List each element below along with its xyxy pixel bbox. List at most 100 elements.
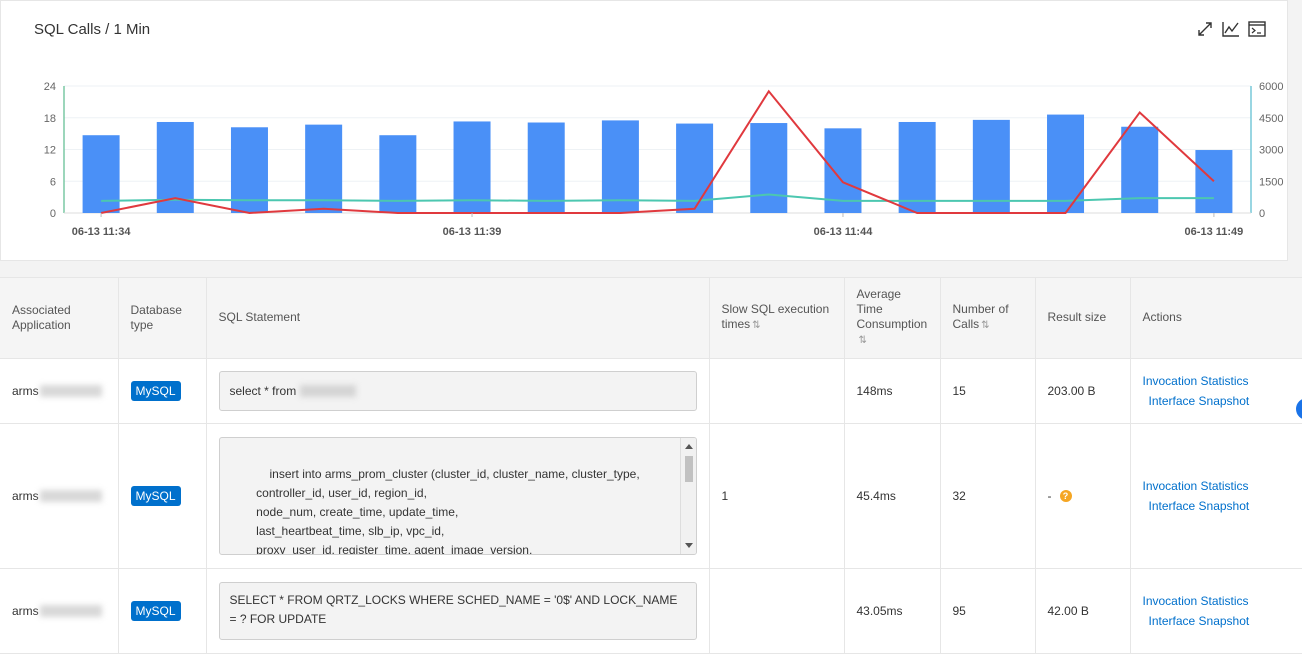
header-actions: Actions xyxy=(1130,278,1302,359)
result-cell: 203.00 B xyxy=(1035,358,1131,424)
table-row: arms MySQL select * from 148ms 15 203.00… xyxy=(0,358,1302,424)
sql-cell: SELECT * FROM QRTZ_LOCKS WHERE SCHED_NAM… xyxy=(206,568,710,654)
sort-icon[interactable]: ⇅ xyxy=(752,318,761,333)
sql-text: insert into arms_prom_cluster (cluster_i… xyxy=(256,466,640,555)
header-database-type: Database type xyxy=(118,278,207,359)
header-average-time[interactable]: Average Time Consumption ⇅ xyxy=(844,278,941,359)
bar xyxy=(1121,126,1159,213)
app-cell: arms xyxy=(0,423,119,569)
header-associated-application: Associated Application xyxy=(0,278,119,359)
interface-snapshot-link[interactable]: Interface Snapshot xyxy=(1143,391,1290,411)
header-slow-sql[interactable]: Slow SQL execution times ⇅ xyxy=(709,278,845,359)
actions-cell: Invocation Statistics Interface Snapshot xyxy=(1130,423,1302,569)
result-cell: -? xyxy=(1035,423,1131,569)
app-name: arms xyxy=(12,488,39,503)
invocation-statistics-link[interactable]: Invocation Statistics xyxy=(1143,371,1290,391)
app-name: arms xyxy=(12,383,39,398)
redacted-text xyxy=(39,490,102,503)
sql-calls-chart: 24 18 12 6 0 6000 4500 3000 1500 0 06-13 11:34 06-1… xyxy=(44,81,1284,238)
bar xyxy=(453,121,491,213)
sql-statement-box[interactable]: insert into arms_prom_cluster (cluster_i… xyxy=(218,436,697,555)
y-left-tick-label: 0 xyxy=(50,208,56,220)
calls-cell: 15 xyxy=(940,358,1036,424)
y-right-tick-label: 6000 xyxy=(1259,81,1283,93)
x-tick-label: 06-13 11:39 xyxy=(443,226,502,238)
interface-snapshot-link[interactable]: Interface Snapshot xyxy=(1143,611,1290,631)
scrollbar[interactable] xyxy=(679,437,696,554)
sort-icon[interactable]: ⇅ xyxy=(859,333,868,348)
actions-cell: Invocation Statistics Interface Snapshot xyxy=(1130,568,1302,654)
chart-title: SQL Calls / 1 Min xyxy=(34,21,151,38)
slow-cell: 1 xyxy=(709,423,845,569)
bar xyxy=(898,121,936,213)
redacted-text xyxy=(39,385,102,398)
bar xyxy=(1047,114,1085,213)
bar xyxy=(1195,150,1233,213)
avg-cell: 45.4ms xyxy=(844,423,941,569)
db-type-badge: MySQL xyxy=(130,485,181,506)
invocation-statistics-link[interactable]: Invocation Statistics xyxy=(1143,591,1290,611)
app-cell: arms xyxy=(0,568,119,654)
sql-text: select * from xyxy=(229,383,297,398)
result-cell: 42.00 B xyxy=(1035,568,1131,654)
slow-cell xyxy=(709,568,845,654)
invocation-statistics-link[interactable]: Invocation Statistics xyxy=(1143,476,1290,496)
slow-cell xyxy=(709,358,845,424)
interface-snapshot-link[interactable]: Interface Snapshot xyxy=(1143,496,1290,516)
header-average-time-label: Average Time Consumption xyxy=(856,287,928,332)
redacted-text xyxy=(39,605,102,618)
y-left-tick-label: 12 xyxy=(44,145,56,157)
sql-calls-chart-card: SQL Calls / 1 Min 24 18 12 6 0 6000 4500 3000 15… xyxy=(0,0,1288,261)
bar xyxy=(527,122,565,213)
sql-table: Associated Application Database type SQL… xyxy=(0,278,1302,654)
table-header-row: Associated Application Database type SQL… xyxy=(0,278,1302,359)
avg-cell: 148ms xyxy=(844,358,941,424)
db-type-badge: MySQL xyxy=(130,380,181,401)
bar xyxy=(601,120,639,213)
header-result-size: Result size xyxy=(1035,278,1131,359)
app-name: arms xyxy=(12,603,39,618)
series-line-red xyxy=(100,89,1215,215)
db-cell: MySQL xyxy=(118,568,207,654)
bar xyxy=(750,123,788,213)
series-line-green xyxy=(101,193,1214,202)
header-slow-sql-label: Slow SQL execution times xyxy=(721,302,830,332)
scroll-down-icon[interactable] xyxy=(684,542,693,548)
sql-statement-box[interactable]: SELECT * FROM QRTZ_LOCKS WHERE SCHED_NAM… xyxy=(218,581,697,640)
y-right-tick-label: 1500 xyxy=(1259,176,1283,188)
header-number-of-calls[interactable]: Number of Calls ⇅ xyxy=(940,278,1036,359)
sql-cell: insert into arms_prom_cluster (cluster_i… xyxy=(206,423,710,569)
sql-cell: select * from xyxy=(206,358,710,424)
console-icon[interactable] xyxy=(1247,19,1267,39)
x-tick-label: 06-13 11:44 xyxy=(814,226,874,238)
redacted-text xyxy=(299,385,356,398)
y-left-tick-label: 18 xyxy=(44,113,56,125)
sql-table-wrap: Associated Application Database type SQL… xyxy=(0,277,1302,655)
db-type-badge: MySQL xyxy=(130,600,181,621)
db-cell: MySQL xyxy=(118,358,207,424)
actions-cell: Invocation Statistics Interface Snapshot xyxy=(1130,358,1302,424)
y-right-tick-label: 0 xyxy=(1259,208,1265,220)
line-chart-icon[interactable] xyxy=(1221,19,1241,39)
chart-toolbar xyxy=(1195,19,1267,39)
help-icon[interactable]: ? xyxy=(1059,490,1072,503)
table-row: arms MySQL insert into arms_prom_cluster… xyxy=(0,423,1302,569)
header-sql-statement: SQL Statement xyxy=(206,278,710,359)
db-cell: MySQL xyxy=(118,423,207,569)
y-right-tick-label: 3000 xyxy=(1259,145,1283,157)
y-left-tick-label: 24 xyxy=(44,81,56,93)
sql-text: SELECT * FROM QRTZ_LOCKS WHERE SCHED_NAM… xyxy=(229,592,681,626)
result-value: - xyxy=(1047,488,1052,503)
sort-icon[interactable]: ⇅ xyxy=(981,318,990,333)
x-tick-label: 06-13 11:49 xyxy=(1185,226,1244,238)
y-left-tick-label: 6 xyxy=(50,176,56,188)
scroll-up-icon[interactable] xyxy=(684,443,693,449)
avg-cell: 43.05ms xyxy=(844,568,941,654)
scroll-thumb[interactable] xyxy=(684,455,693,482)
sql-statement-box[interactable]: select * from xyxy=(218,370,697,411)
bar xyxy=(972,119,1010,213)
expand-icon[interactable] xyxy=(1195,19,1215,39)
calls-cell: 95 xyxy=(940,568,1036,654)
app-cell: arms xyxy=(0,358,119,424)
table-row: arms MySQL SELECT * FROM QRTZ_LOCKS WHER… xyxy=(0,568,1302,654)
